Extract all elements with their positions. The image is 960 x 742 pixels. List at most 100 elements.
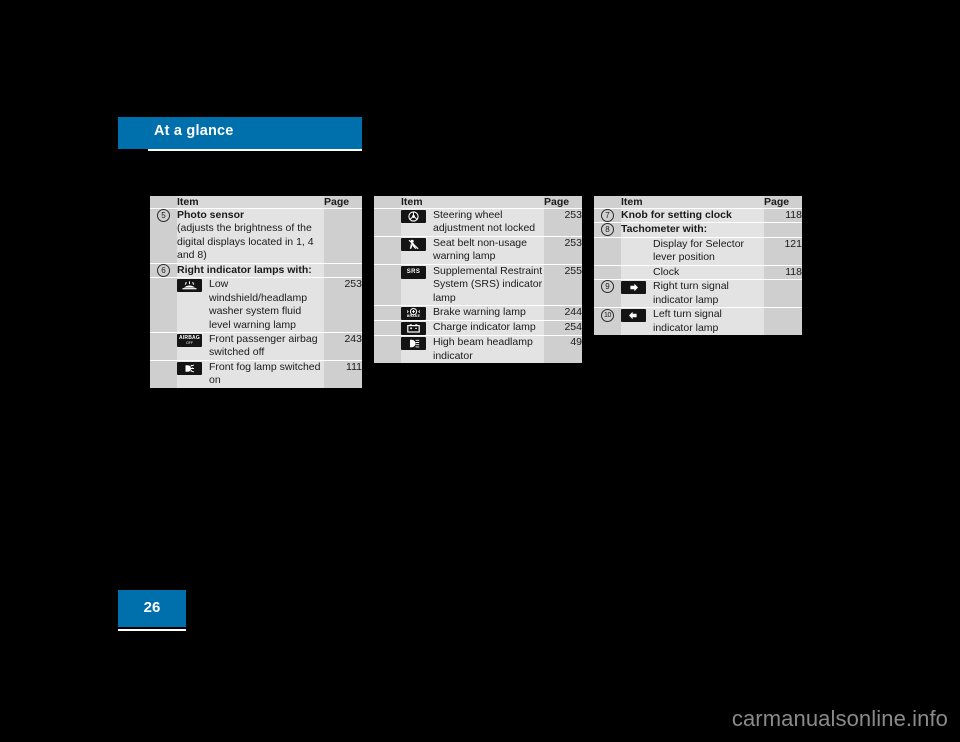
row-item-label: (adjusts the brightness of the digital d… <box>177 222 314 262</box>
row-item-cell: Tachometer with: <box>621 222 764 238</box>
row-page-cell: 49 <box>544 335 582 363</box>
row-index-cell <box>374 305 401 321</box>
table-row: 6 Right indicator lamps with: <box>150 262 362 278</box>
table-row: Display for Selector lever position 121 <box>594 236 802 266</box>
row-item-label: Right turn signal indicator lamp <box>653 280 729 306</box>
row-index-cell <box>594 264 621 280</box>
row-item-cell: Left turn signal indicator lamp <box>621 307 764 335</box>
right-turn-signal-icon <box>621 281 646 295</box>
row-page-cell: 253 <box>324 277 362 333</box>
row-index-cell <box>150 331 177 361</box>
row-index-cell <box>374 208 401 237</box>
table-header-page: Page <box>544 196 582 209</box>
table-header-page: Page <box>764 196 802 209</box>
row-page-cell: 254 <box>544 320 582 336</box>
row-item-cell: Seat belt non-usage warning lamp <box>401 235 544 265</box>
row-index-cell <box>594 236 621 266</box>
row-item-label: Clock <box>653 265 680 278</box>
row-item-cell: High beam headlamp indicator <box>401 335 544 363</box>
steering-wheel-icon <box>401 210 426 223</box>
table-row: High beam headlamp indicator 49 <box>374 335 582 363</box>
row-index-cell: 6 <box>150 262 177 278</box>
table-row: 8 Tachometer with: <box>594 222 802 238</box>
row-index-cell: 10 <box>594 307 621 335</box>
row-item-label: Charge indicator lamp <box>433 321 536 334</box>
row-item-cell: Knob for setting clock <box>621 207 764 223</box>
front-fog-lamp-icon <box>177 361 202 375</box>
watermark-text: carmanualsonline.info <box>731 706 948 731</box>
row-index-cell <box>374 263 401 306</box>
row-item-cell: SRS Supplemental Restraint System (SRS) i… <box>401 263 544 306</box>
row-item-cell: Low windshield/headlamp washer system fl… <box>177 277 324 333</box>
row-item-cell: Clock <box>621 264 764 280</box>
row-page-cell: 118 <box>764 264 802 280</box>
row-item-cell: BRAKE Brake warning lamp <box>401 305 544 321</box>
table-row: 7 Knob for setting clock 118 <box>594 207 802 223</box>
row-page-cell <box>324 262 362 278</box>
row-item-cell: AIRBAG OFF Front passenger airbag switched… <box>177 331 324 361</box>
row-page-cell: 243 <box>324 331 362 361</box>
row-page-cell <box>764 307 802 335</box>
row-index-cell <box>374 235 401 265</box>
table-header-item: Item <box>177 196 324 209</box>
airbag-off-icon: AIRBAG OFF <box>177 333 202 347</box>
chapter-header-rule <box>148 149 362 151</box>
circled-number-10: 10 <box>601 309 614 323</box>
table-header-item: Item <box>621 196 764 209</box>
table-header-number <box>594 196 621 209</box>
circled-number-8: 8 <box>601 223 614 237</box>
row-item-cell: Right indicator lamps with: <box>177 262 324 278</box>
table-row: Low windshield/headlamp washer system fl… <box>150 277 362 333</box>
row-page-cell <box>324 208 362 264</box>
row-index-cell <box>150 277 177 333</box>
row-page-cell: 121 <box>764 236 802 266</box>
table-row: Charge indicator lamp 254 <box>374 320 582 336</box>
row-item-label: Steering wheel adjustment not locked <box>433 209 536 235</box>
left-turn-signal-icon <box>621 309 646 323</box>
row-item-title: Photo sensor <box>177 209 245 221</box>
reference-table-3: Item Page 7 Knob for setting clock 118 8 Tacho… <box>594 196 802 335</box>
circled-number-5: 5 <box>157 209 170 222</box>
table-row: SRS Supplemental Restraint System (SRS) i… <box>374 263 582 306</box>
row-item-cell: Right turn signal indicator lamp <box>621 279 764 308</box>
row-page-cell: 253 <box>544 235 582 265</box>
high-beam-icon <box>401 337 426 351</box>
table-header-page: Page <box>324 196 362 209</box>
page-number-block: 26 <box>118 590 186 627</box>
table-row: Front fog lamp switched on 111 <box>150 359 362 388</box>
table-row: 10 Left turn signal indicator lamp <box>594 307 802 335</box>
table-row: AIRBAG OFF Front passenger airbag switched… <box>150 331 362 361</box>
page-number-rule <box>118 629 186 631</box>
row-index-cell: 5 <box>150 208 177 264</box>
row-page-cell: 111 <box>324 359 362 388</box>
brake-warning-icon: BRAKE <box>401 307 426 321</box>
row-item-cell: Display for Selector lever position <box>621 236 764 266</box>
row-page-cell: 253 <box>544 208 582 237</box>
reference-table-1: Item Page 5 Photo sensor (adjusts the bright… <box>150 196 362 388</box>
row-page-cell: 118 <box>764 207 802 223</box>
row-item-label: Supplemental Restraint System (SRS) indi… <box>433 264 543 304</box>
circled-number-7: 7 <box>601 209 614 222</box>
row-item-label: Seat belt non-usage warning lamp <box>433 236 527 263</box>
row-index-cell: 9 <box>594 279 621 308</box>
row-page-cell: 255 <box>544 263 582 306</box>
row-item-title: Tachometer with: <box>621 223 708 236</box>
row-item-title: Right indicator lamps with: <box>177 263 312 276</box>
row-index-cell: 8 <box>594 222 621 238</box>
table-row: 5 Photo sensor (adjusts the brightness of … <box>150 208 362 264</box>
row-page-cell: 244 <box>544 305 582 321</box>
table-row: BRAKE Brake warning lamp 244 <box>374 305 582 321</box>
row-index-cell <box>150 359 177 388</box>
srs-icon: SRS <box>401 265 426 279</box>
table-header-item: Item <box>401 196 544 209</box>
row-index-cell: 7 <box>594 207 621 223</box>
table-row: Seat belt non-usage warning lamp 253 <box>374 235 582 265</box>
reference-table-2: Item Page Steering wheel adjustment not lo… <box>374 196 582 363</box>
table-row: Clock 118 <box>594 264 802 280</box>
row-index-cell <box>374 320 401 336</box>
page-number: 26 <box>143 599 161 616</box>
table-header-number <box>374 196 401 209</box>
battery-charge-icon <box>401 322 426 336</box>
table-row: Steering wheel adjustment not locked 253 <box>374 208 582 237</box>
row-item-label: Low windshield/headlamp washer system fl… <box>209 278 308 331</box>
